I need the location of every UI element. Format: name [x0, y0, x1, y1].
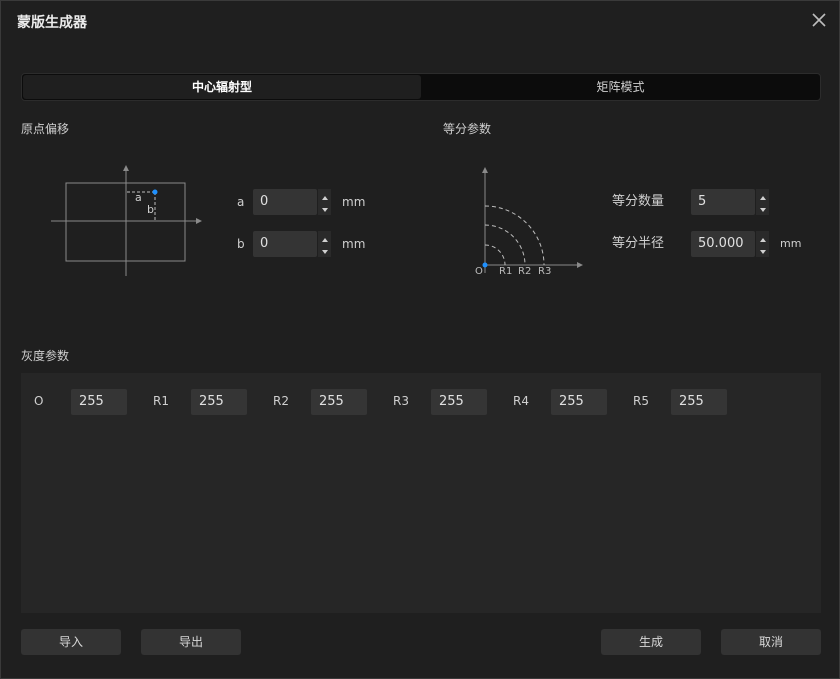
generate-button[interactable]: 生成 — [601, 629, 701, 655]
diagram-label-r2: R2 — [518, 266, 531, 277]
offset-b-increment-icon[interactable] — [318, 231, 332, 244]
gray-input-r5[interactable]: 255 — [671, 389, 727, 415]
gray-label-r1: R1 — [153, 394, 169, 408]
gray-input-r3[interactable]: 255 — [431, 389, 487, 415]
origin-offset-section-label: 原点偏移 — [21, 122, 70, 136]
gray-input-r1[interactable]: 255 — [191, 389, 247, 415]
diagram-label-r1: R1 — [499, 266, 512, 277]
offset-a-increment-icon[interactable] — [318, 189, 332, 202]
division-count-decrement-icon[interactable] — [756, 202, 770, 215]
division-diagram: O R1 R2 R3 — [475, 167, 583, 277]
division-params-section-label: 等分参数 — [443, 122, 492, 136]
import-button[interactable]: 导入 — [21, 629, 121, 655]
diagram-label-r3: R3 — [538, 266, 551, 277]
offset-a-unit: mm — [342, 195, 366, 209]
offset-b-unit: mm — [342, 237, 366, 251]
division-count-label: 等分数量 — [612, 194, 665, 209]
division-count-input[interactable]: 5 — [691, 189, 755, 215]
division-radius-decrement-icon[interactable] — [756, 244, 770, 257]
division-radius-increment-icon[interactable] — [756, 231, 770, 244]
division-radius-stepper — [755, 231, 769, 257]
tab-matrix-mode[interactable]: 矩阵模式 — [421, 75, 820, 99]
offset-b-input[interactable]: 0 — [253, 231, 317, 257]
window-title: 蒙版生成器 — [17, 15, 87, 31]
offset-b-decrement-icon[interactable] — [318, 244, 332, 257]
offset-a-input[interactable]: 0 — [253, 189, 317, 215]
origin-offset-diagram: a b — [51, 165, 202, 276]
gray-label-o: O — [34, 394, 44, 408]
gray-label-r5: R5 — [633, 394, 649, 408]
mode-segmented-control: 中心辐射型 矩阵模式 — [21, 73, 821, 101]
division-radius-input[interactable]: 50.000 — [691, 231, 755, 257]
diagram-label-a: a — [135, 191, 142, 204]
division-radius-unit: mm — [780, 237, 802, 250]
offset-a-label: a — [237, 195, 245, 209]
export-button[interactable]: 导出 — [141, 629, 241, 655]
gray-input-r2[interactable]: 255 — [311, 389, 367, 415]
gray-input-r4[interactable]: 255 — [551, 389, 607, 415]
gray-label-r3: R3 — [393, 394, 409, 408]
gray-label-r4: R4 — [513, 394, 529, 408]
offset-a-stepper — [317, 189, 331, 215]
close-icon[interactable] — [809, 10, 829, 30]
offset-b-label: b — [237, 237, 245, 251]
gray-label-r2: R2 — [273, 394, 289, 408]
tab-center-radial[interactable]: 中心辐射型 — [23, 75, 421, 99]
offset-b-stepper — [317, 231, 331, 257]
mask-generator-dialog: 蒙版生成器 中心辐射型 矩阵模式 原点偏移 a b a 0 mm b 0 mm … — [0, 0, 840, 679]
diagram-label-o: O — [475, 266, 483, 277]
gray-params-panel: O 255 R1 255 R2 255 R3 255 R4 255 R5 255 — [21, 373, 821, 613]
division-count-stepper — [755, 189, 769, 215]
cancel-button[interactable]: 取消 — [721, 629, 821, 655]
offset-a-decrement-icon[interactable] — [318, 202, 332, 215]
gray-params-section-label: 灰度参数 — [21, 349, 70, 363]
gray-input-o[interactable]: 255 — [71, 389, 127, 415]
diagram-label-b: b — [147, 203, 154, 216]
division-radius-label: 等分半径 — [612, 236, 665, 251]
division-count-increment-icon[interactable] — [756, 189, 770, 202]
